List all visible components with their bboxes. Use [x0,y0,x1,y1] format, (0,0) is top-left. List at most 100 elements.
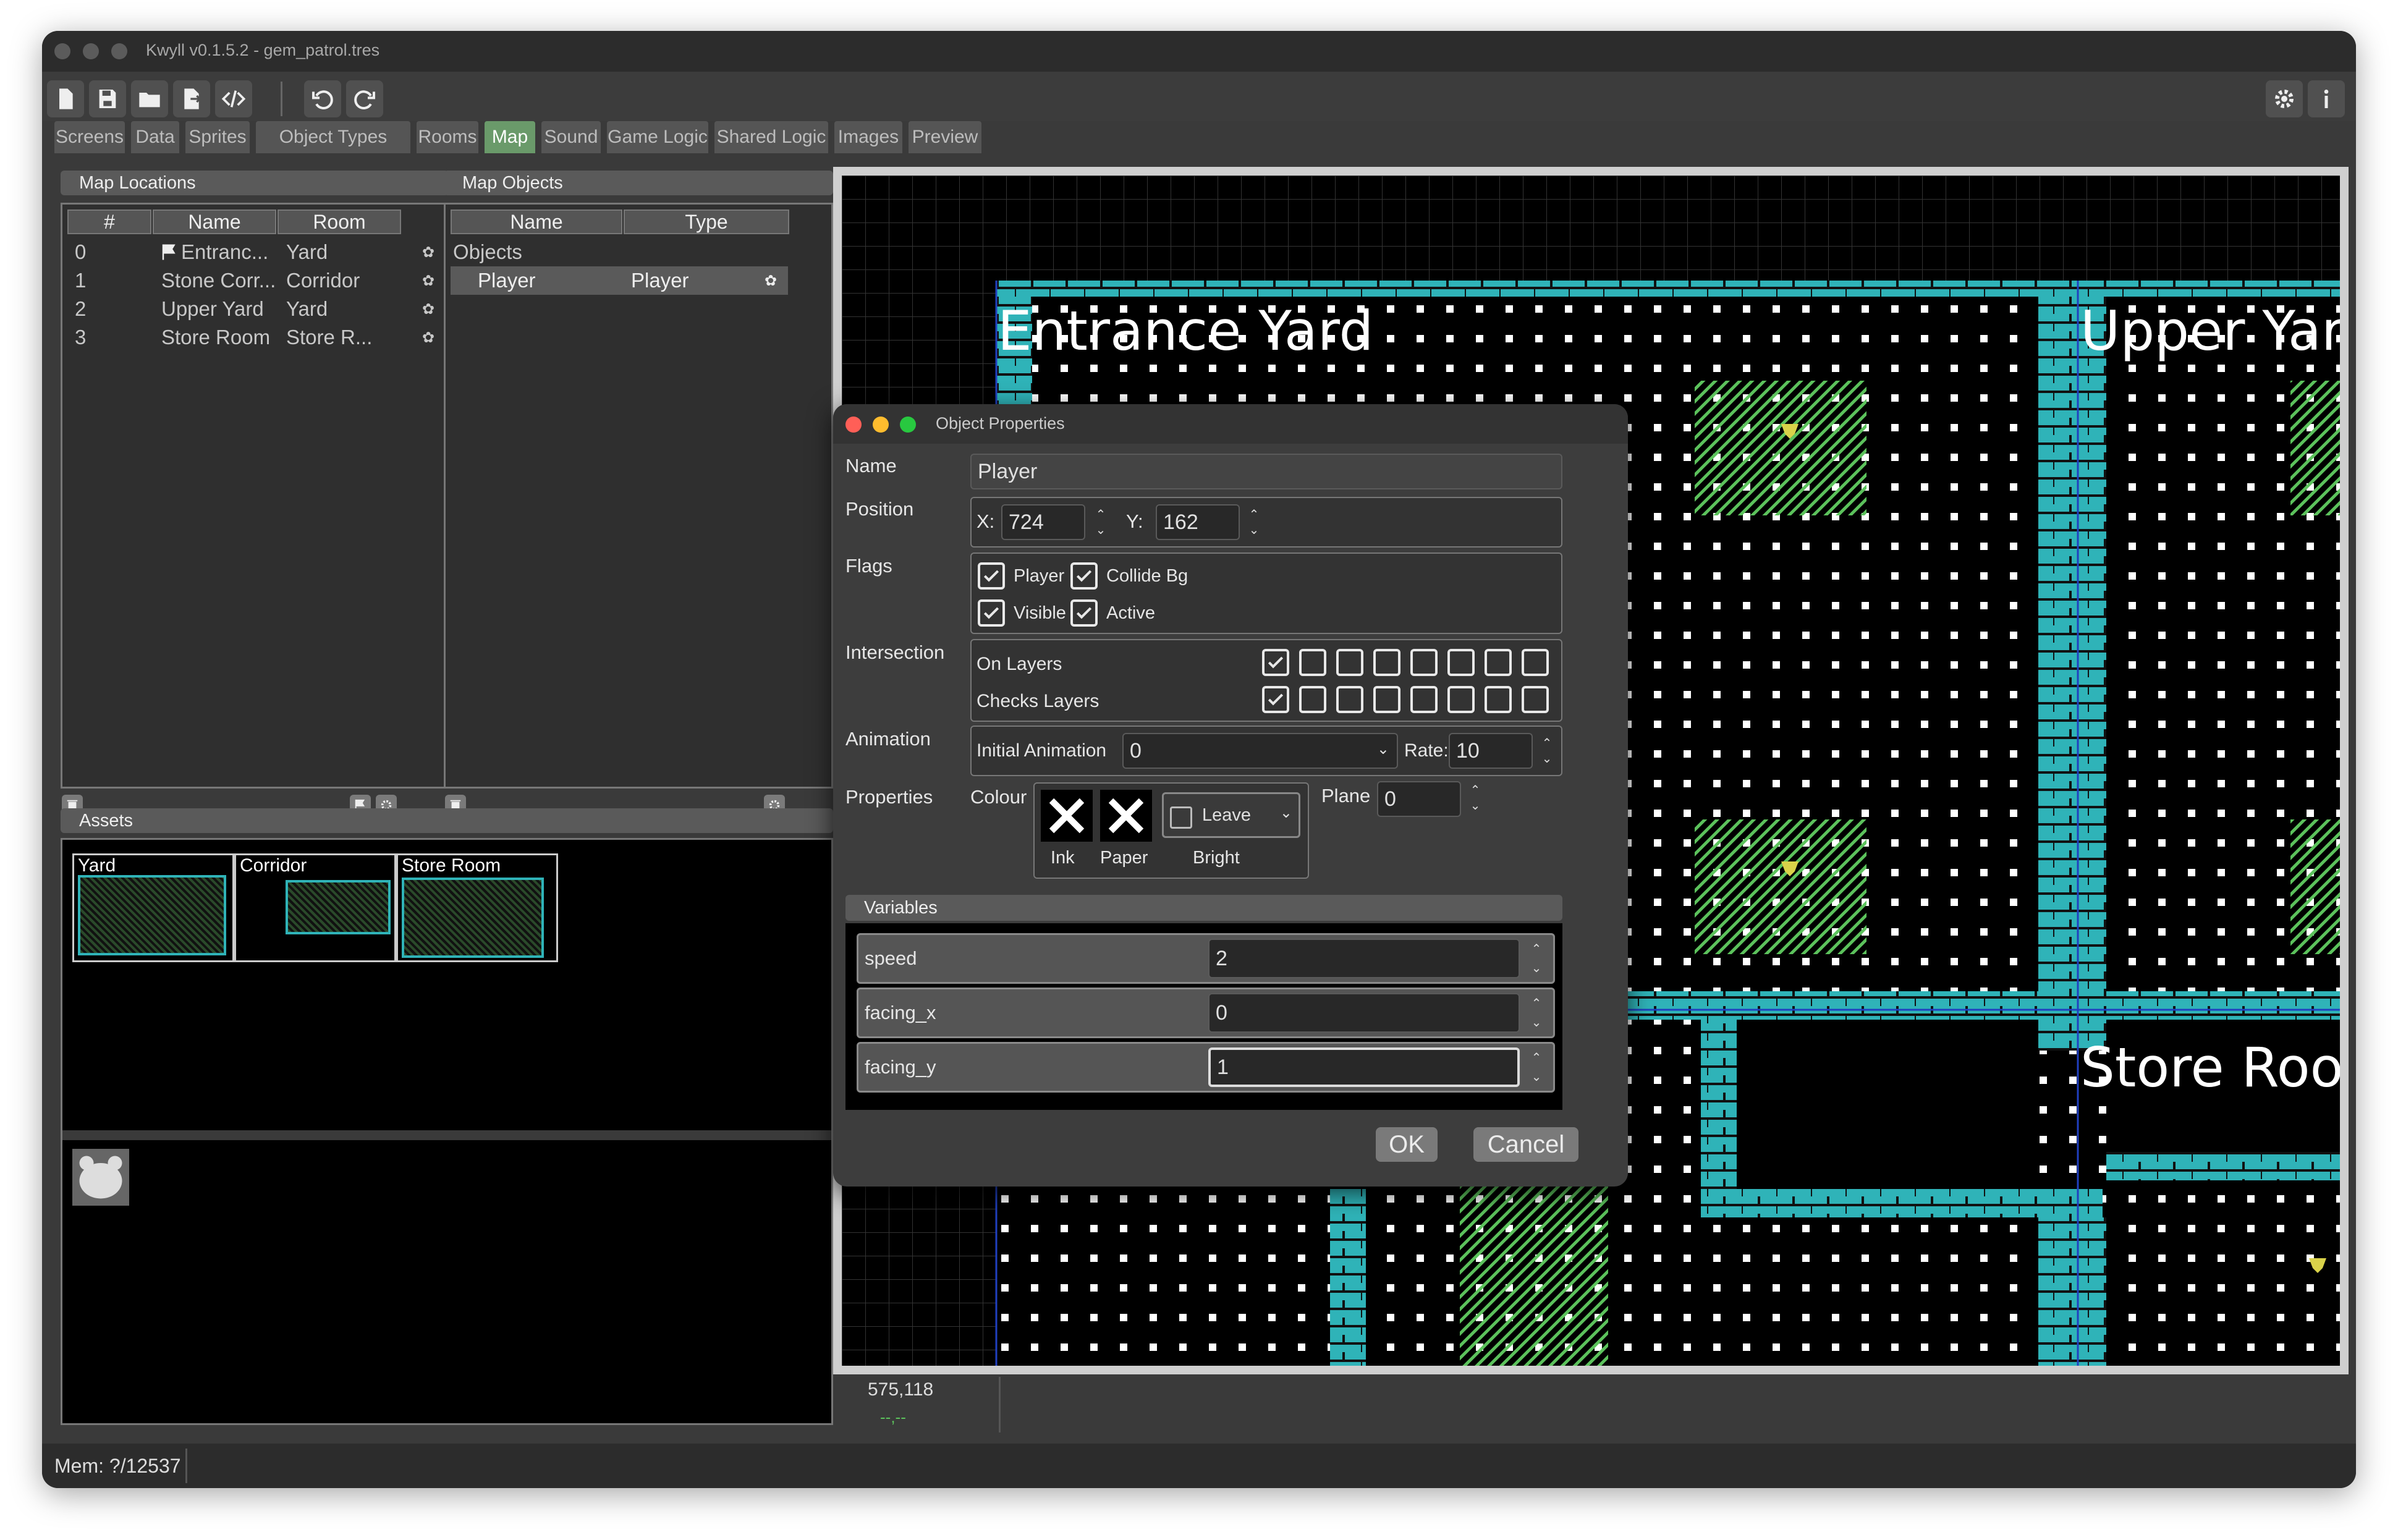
gear-icon[interactable]: ✿ [422,243,434,261]
on-layer-4-checkbox[interactable] [1373,649,1400,676]
sprite-thumbnail[interactable] [72,1149,129,1206]
bright-select[interactable]: Leave ⌄ [1162,792,1300,838]
list-item[interactable]: Player Player ✿ [451,266,788,295]
col-object-name[interactable]: Name [451,209,622,234]
asset-thumb-corridor[interactable]: Corridor [234,853,396,962]
tab-preview[interactable]: Preview [909,121,981,153]
y-stepper[interactable]: ⌃ ⌄ [1243,507,1265,538]
close-dialog-button[interactable] [845,417,862,433]
checks-layer-6-checkbox[interactable] [1447,686,1475,713]
on-layer-5-checkbox[interactable] [1410,649,1438,676]
splitter-handle[interactable] [62,1130,831,1140]
name-input[interactable]: Player [970,454,1562,489]
facing-y-stepper[interactable]: ⌃ ⌄ [1526,1050,1547,1085]
collide-bg-checkbox[interactable] [1070,562,1098,590]
title-bar: Kwyll v0.1.5.2 - gem_patrol.tres [42,31,2356,72]
undo-icon [312,90,333,109]
facing-x-input[interactable]: 0 [1208,993,1520,1033]
active-checkbox[interactable] [1070,599,1098,627]
list-item[interactable]: 2 Upper Yard Yard ✿ [67,295,444,323]
on-layer-6-checkbox[interactable] [1447,649,1475,676]
redo-button[interactable] [346,80,383,117]
plane-input[interactable]: 0 [1377,781,1461,817]
on-layer-8-checkbox[interactable] [1522,649,1549,676]
facing-x-stepper[interactable]: ⌃ ⌄ [1526,996,1547,1030]
tab-game-logic[interactable]: Game Logic [607,121,708,153]
paper-swatch[interactable] [1100,790,1152,842]
checks-layer-4-checkbox[interactable] [1373,686,1400,713]
on-layer-1-checkbox[interactable] [1262,649,1289,676]
checks-layer-8-checkbox[interactable] [1522,686,1549,713]
save-button[interactable] [89,80,126,117]
gear-icon[interactable]: ✿ [422,329,434,347]
tab-sound[interactable]: Sound [541,121,601,153]
col-index[interactable]: # [67,209,151,234]
plane-label: Plane [1321,785,1371,806]
animation-label: Animation [845,728,931,750]
tab-images[interactable]: Images [834,121,902,153]
tab-object-types[interactable]: Object Types [256,121,410,153]
close-window-button[interactable] [54,43,70,59]
tab-screens[interactable]: Screens [54,121,125,153]
undo-button[interactable] [304,80,341,117]
checks-layer-7-checkbox[interactable] [1485,686,1512,713]
player-checkbox[interactable] [978,562,1005,590]
col-name[interactable]: Name [153,209,276,234]
y-input[interactable]: 162 [1156,504,1240,540]
asset-thumb-yard[interactable]: Yard [72,853,234,962]
tab-shared-logic[interactable]: Shared Logic [714,121,828,153]
new-file-icon [59,88,73,109]
minimize-dialog-button[interactable] [873,417,889,433]
zoom-window-button[interactable] [111,43,127,59]
gear-icon[interactable]: ✿ [765,272,777,290]
cancel-button[interactable]: Cancel [1473,1127,1578,1162]
name-label: Name [845,455,897,476]
facing-y-input[interactable]: 1 [1208,1047,1520,1087]
speed-stepper[interactable]: ⌃ ⌄ [1526,941,1547,976]
tab-sprites[interactable]: Sprites [185,121,250,153]
checks-layer-2-checkbox[interactable] [1299,686,1326,713]
open-folder-button[interactable] [131,80,168,117]
col-room[interactable]: Room [278,209,401,234]
ink-swatch[interactable] [1041,790,1093,842]
variable-row-facing-y: facing_y 1 ⌃ ⌄ [857,1042,1555,1093]
checks-layer-5-checkbox[interactable] [1410,686,1438,713]
x-input[interactable]: 724 [1001,504,1085,540]
asset-thumb-store-room[interactable]: Store Room [396,853,558,962]
x-stepper[interactable]: ⌃ ⌄ [1090,507,1111,538]
on-layer-3-checkbox[interactable] [1336,649,1363,676]
list-item[interactable]: 0 Entranc... Yard ✿ [67,238,444,266]
info-icon [2324,90,2329,108]
code-button[interactable] [215,80,252,117]
info-button[interactable] [2308,80,2345,117]
tab-rooms[interactable]: Rooms [417,121,478,153]
tree-group-objects[interactable]: Objects [453,238,522,266]
col-object-type[interactable]: Type [624,209,789,234]
zoom-dialog-button[interactable] [900,417,916,433]
list-item[interactable]: 1 Stone Corr... Corridor ✿ [67,266,444,295]
new-file-button[interactable] [47,80,84,117]
speed-input[interactable]: 2 [1208,939,1520,978]
on-layer-2-checkbox[interactable] [1299,649,1326,676]
gear-icon[interactable]: ✿ [422,300,434,318]
ok-button[interactable]: OK [1376,1127,1438,1162]
gear-icon [2275,90,2294,108]
rate-stepper[interactable]: ⌃ ⌄ [1536,735,1557,766]
plane-stepper[interactable]: ⌃ ⌄ [1465,782,1486,813]
map-label-entrance-yard: Entrance Yard [998,299,1374,363]
export-button[interactable] [173,80,210,117]
chevron-down-icon: ⌄ [1376,741,1389,758]
gear-icon[interactable]: ✿ [422,272,434,290]
initial-animation-select[interactable]: 0 ⌄ [1122,733,1398,769]
tab-data[interactable]: Data [131,121,179,153]
on-layer-7-checkbox[interactable] [1485,649,1512,676]
checks-layer-3-checkbox[interactable] [1336,686,1363,713]
minimize-window-button[interactable] [83,43,99,59]
visible-checkbox[interactable] [978,599,1005,627]
settings-button[interactable] [2266,80,2303,117]
checks-layer-1-checkbox[interactable] [1262,686,1289,713]
rate-input[interactable]: 10 [1449,733,1533,769]
tab-map[interactable]: Map [485,121,535,153]
bright-checkbox[interactable] [1170,806,1192,829]
list-item[interactable]: 3 Store Room Store R... ✿ [67,323,444,352]
